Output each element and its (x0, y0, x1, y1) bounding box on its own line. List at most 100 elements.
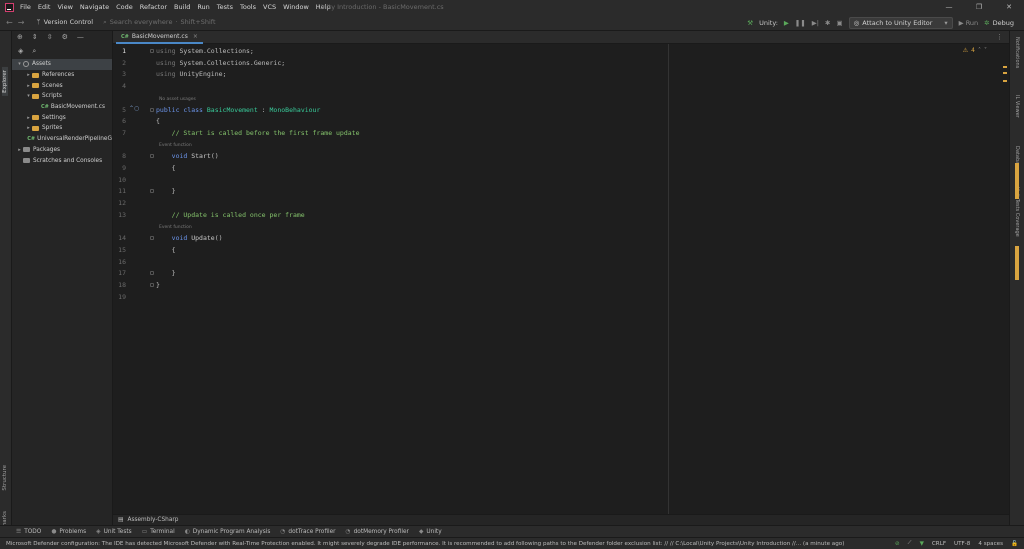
rider-icon[interactable]: ⟋ (908, 540, 912, 547)
line-ending[interactable]: CRLF (932, 541, 946, 547)
tree-item[interactable]: ▸ Packages (12, 145, 112, 156)
chevron-right-icon[interactable]: ▸ (25, 72, 32, 78)
menu-window[interactable]: Window (283, 3, 309, 11)
unity-pause-icon[interactable]: ❚❚ (795, 19, 806, 27)
tree-item[interactable]: C# UniversalRenderPipelineG (12, 134, 112, 145)
chevron-right-icon[interactable]: ▸ (16, 147, 23, 153)
chevron-down-icon[interactable]: ˅ (984, 47, 987, 54)
fold-marker-icon[interactable] (150, 283, 154, 287)
code-editor[interactable]: ⚠ 4 ˄ ˅ 1 using System.Collections; 2 using… (113, 44, 1009, 514)
tab-dynamic-program-analysis[interactable]: ◐ Dynamic Program Analysis (185, 529, 271, 535)
search-everywhere[interactable]: ⌕ Search everywhere · Shift+Shift (103, 18, 215, 27)
unity-play-icon[interactable]: ▶ (784, 19, 789, 27)
warning-marker[interactable] (1015, 163, 1019, 199)
vcs-down-icon[interactable]: ▼ (920, 541, 924, 547)
menu-run[interactable]: Run (197, 3, 209, 11)
fold-marker-icon[interactable] (150, 271, 154, 276)
menu-view[interactable]: View (57, 3, 72, 11)
menu-navigate[interactable]: Navigate (80, 3, 109, 11)
tree-item[interactable]: ▸ Scenes (12, 80, 112, 91)
tab-unit-tests[interactable]: ◈ Unit Tests (96, 529, 132, 535)
run-configuration-select[interactable]: ◎ Attach to Unity Editor ▾ (848, 16, 953, 29)
tree-item[interactable]: ▾ Scripts (12, 91, 112, 102)
version-control-button[interactable]: ᛘ Version Control (36, 18, 93, 26)
tab-dotmemory-profiler[interactable]: ◔ dotMemory Profiler (346, 529, 409, 535)
fold-marker-icon[interactable] (150, 49, 154, 53)
chevron-right-icon[interactable]: ▸ (25, 125, 32, 131)
menu-code[interactable]: Code (116, 3, 133, 11)
more-tabs-icon[interactable]: ⋮ (996, 33, 1003, 41)
menu-refactor[interactable]: Refactor (140, 3, 167, 11)
minimize-icon[interactable]: — (934, 0, 964, 14)
indent-setting[interactable]: 4 spaces (978, 541, 1003, 547)
bug-icon[interactable]: ✱ (825, 19, 830, 27)
status-message[interactable]: Microsoft Defender configuration: The ID… (6, 541, 895, 547)
chevron-down-icon[interactable]: ▾ (16, 61, 23, 67)
code-vision-hint[interactable]: No asset usages (159, 97, 196, 102)
tree-item[interactable]: ▸ Settings (12, 112, 112, 123)
structure-tool-tab[interactable]: Structure (2, 465, 8, 491)
inspection-widget[interactable]: ⚠ 4 ˄ ˅ (963, 47, 987, 54)
options-gear-icon[interactable]: ⚙ (62, 33, 68, 41)
chevron-right-icon[interactable]: ▸ (25, 83, 32, 89)
line-number: 10 (118, 175, 126, 184)
warning-stripe-mark[interactable] (1003, 80, 1007, 82)
assembly-label[interactable]: Assembly-CSharp (127, 517, 178, 523)
menu-tools[interactable]: Tools (240, 3, 256, 11)
chevron-down-icon: ▾ (944, 18, 948, 27)
menu-file[interactable]: File (20, 3, 31, 11)
menu-build[interactable]: Build (174, 3, 190, 11)
close-icon[interactable]: ✕ (994, 0, 1024, 14)
run-button[interactable]: ▶ Run (959, 19, 979, 27)
tab-basicmovement[interactable]: C# BasicMovement.cs × (116, 31, 203, 44)
restore-icon[interactable]: ❐ (964, 0, 994, 14)
file-encoding[interactable]: UTF-8 (954, 541, 970, 547)
tab-problems[interactable]: ● Problems (51, 529, 86, 535)
hide-icon[interactable]: — (77, 33, 84, 41)
unity-step-icon[interactable]: ▶| (812, 19, 819, 27)
notifications-tool-tab[interactable]: Notifications (1014, 37, 1020, 68)
tree-item[interactable]: ▸ References (12, 70, 112, 81)
chevron-right-icon[interactable]: ▸ (25, 115, 32, 121)
tab-terminal[interactable]: ▭ Terminal (142, 529, 175, 535)
tab-close-icon[interactable]: × (193, 33, 198, 40)
fold-marker-icon[interactable] (150, 107, 154, 112)
fold-marker-icon[interactable] (150, 154, 154, 159)
menu-vcs[interactable]: VCS (263, 3, 276, 11)
fold-marker-icon[interactable] (150, 189, 154, 194)
unity-explorer-icon[interactable]: ◈ (18, 47, 23, 55)
tab-todo[interactable]: ☰ TODO (16, 529, 41, 535)
locate-icon[interactable]: ⊕ (17, 33, 23, 41)
forward-arrow-icon[interactable]: → (18, 18, 25, 27)
back-arrow-icon[interactable]: ← (6, 18, 13, 27)
code-vision-hint[interactable]: Event function (159, 225, 192, 230)
warning-marker[interactable] (1015, 246, 1019, 280)
check-icon[interactable]: ⊘ (895, 541, 900, 547)
tab-dottrace-profiler[interactable]: ◔ dotTrace Profiler (280, 529, 335, 535)
tree-item[interactable]: C# BasicMovement.cs (12, 102, 112, 113)
menu-edit[interactable]: Edit (38, 3, 51, 11)
hammer-icon[interactable]: ⚒ (747, 19, 753, 27)
line-number: 2 (122, 58, 126, 67)
fold-marker-icon[interactable] (150, 236, 154, 241)
menu-tests[interactable]: Tests (217, 3, 233, 11)
implements-gutter-icon[interactable]: ⌃○ (129, 105, 139, 112)
explorer-search-icon[interactable]: ⌕ (32, 47, 36, 56)
profiler-icon[interactable]: ▣ (836, 19, 842, 27)
tree-item[interactable]: ▸ Sprites (12, 123, 112, 134)
il-viewer-tool-tab[interactable]: IL Viewer (1014, 95, 1020, 118)
chevron-up-icon[interactable]: ˄ (978, 47, 981, 54)
tree-item[interactable]: Scratches and Consoles (12, 155, 112, 166)
chevron-down-icon[interactable]: ▾ (25, 93, 32, 99)
tab-unity[interactable]: ◆ Unity (419, 529, 442, 535)
expand-all-icon[interactable]: ⇳ (47, 33, 53, 41)
code-vision-hint[interactable]: Event function (159, 143, 192, 148)
explorer-tool-tab[interactable]: Explorer (2, 67, 8, 96)
rider-logo-icon (5, 2, 14, 12)
warning-stripe-mark[interactable] (1003, 66, 1007, 68)
debug-button[interactable]: ✲ Debug (984, 19, 1014, 27)
lock-icon[interactable]: 🔓 (1011, 541, 1018, 547)
warning-stripe-mark[interactable] (1003, 72, 1007, 74)
collapse-all-icon[interactable]: ⇕ (32, 33, 38, 41)
tree-item[interactable]: ▾ Assets (12, 59, 112, 70)
